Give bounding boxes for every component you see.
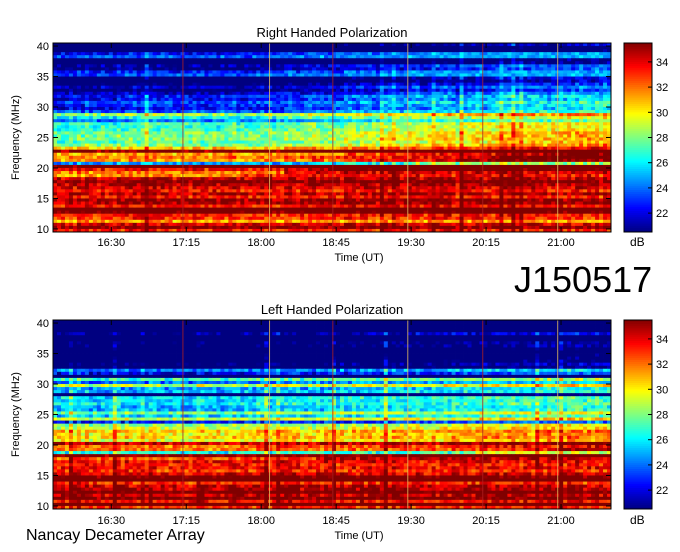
- y-tick-label: 30: [37, 379, 49, 391]
- plot-title: Left Handed Polarization: [261, 302, 403, 317]
- colorbar-tick-label: 34: [656, 57, 668, 69]
- x-tick-label: 18:00: [247, 515, 275, 527]
- colorbar-tick-label: 22: [656, 485, 668, 497]
- y-tick-label: 20: [37, 440, 49, 452]
- x-tick-label: 16:30: [98, 237, 126, 249]
- colorbar-tick-label: 24: [656, 460, 668, 472]
- x-tick-label: 18:00: [247, 237, 275, 249]
- y-tick-label: 40: [37, 41, 49, 53]
- x-tick-label: 19:30: [397, 237, 425, 249]
- y-tick-label: 30: [37, 102, 49, 114]
- colorbar-tick-label: 34: [656, 334, 668, 346]
- y-axis-label: Frequency (MHz): [10, 95, 22, 180]
- colorbar-tick-label: 30: [656, 384, 668, 396]
- plot-title: Right Handed Polarization: [256, 25, 407, 40]
- x-axis-label: Time (UT): [334, 530, 383, 542]
- x-axis-label: Time (UT): [334, 252, 383, 264]
- spectrogram-panel-1: Right Handed Polarization 16:30 17:15 18:00…: [10, 25, 668, 264]
- y-tick-label: 15: [37, 470, 49, 482]
- y-tick-label: 15: [37, 193, 49, 205]
- y-tick-label: 35: [37, 349, 49, 361]
- y-tick-label: 25: [37, 133, 49, 145]
- colorbar-tick-label: 26: [656, 158, 668, 170]
- y-tick-label: 10: [37, 501, 49, 513]
- x-tick-label: 17:15: [172, 515, 200, 527]
- y-tick-label: 10: [37, 224, 49, 236]
- colorbar-tick-label: 32: [656, 359, 668, 371]
- x-tick-label: 18:45: [322, 515, 350, 527]
- spectrogram-image: [53, 320, 612, 510]
- x-tick-label: 19:30: [397, 515, 425, 527]
- y-tick-label: 20: [37, 163, 49, 175]
- colorbar-tick-label: 30: [656, 107, 668, 119]
- colorbar: 22 24 26 28 30 32 34 dB: [623, 319, 668, 527]
- colorbar-tick-label: 26: [656, 435, 668, 447]
- colorbar-label: dB: [630, 513, 645, 527]
- y-tick-label: 40: [37, 318, 49, 330]
- colorbar-tick-label: 22: [656, 208, 668, 220]
- x-tick-label: 21:00: [547, 237, 575, 249]
- y-axis-label: Frequency (MHz): [10, 372, 22, 457]
- colorbar-tick-label: 24: [656, 183, 668, 195]
- instrument-label: Nancay Decameter Array: [26, 527, 205, 544]
- colorbar: 22 24 26 28 30 32 34 dB: [623, 42, 668, 249]
- x-tick-label: 16:30: [98, 515, 126, 527]
- x-tick-label: 20:15: [472, 515, 500, 527]
- x-tick-label: 20:15: [472, 237, 500, 249]
- y-tick-label: 25: [37, 410, 49, 422]
- x-tick-label: 17:15: [172, 237, 200, 249]
- colorbar-tick-label: 28: [656, 133, 668, 145]
- colorbar-label: dB: [630, 235, 645, 249]
- colorbar-tick-label: 28: [656, 410, 668, 422]
- spectrogram-image: [53, 43, 612, 233]
- colorbar-tick-label: 32: [656, 82, 668, 94]
- x-tick-label: 18:45: [322, 237, 350, 249]
- spectrogram-panel-2: Left Handed Polarization 16:30 17:15 18:00 1…: [10, 302, 668, 542]
- y-tick-label: 35: [37, 72, 49, 84]
- x-tick-label: 21:00: [547, 515, 575, 527]
- observation-id: J150517: [514, 259, 653, 300]
